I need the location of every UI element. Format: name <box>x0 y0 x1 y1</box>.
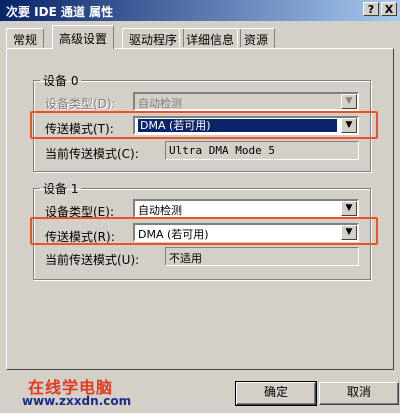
highlight-box <box>30 217 378 245</box>
ok-button[interactable]: 确定 <box>235 381 317 406</box>
tab-driver[interactable]: 驱动程序 <box>122 28 185 48</box>
device1-legend: 设备 1 <box>43 182 79 196</box>
device1-current-value: 不适用 <box>165 247 359 266</box>
chevron-down-icon[interactable]: ▼ <box>341 94 357 109</box>
chevron-down-icon[interactable]: ▼ <box>341 201 357 216</box>
device1-current-label: 当前传送模式(U): <box>45 253 140 267</box>
window-titlebar: 次要 IDE 通道 属性 ? X <box>0 0 400 21</box>
window-title: 次要 IDE 通道 属性 <box>6 5 114 19</box>
device0-type-value: 自动检测 <box>138 97 182 110</box>
tab-details[interactable]: 详细信息 <box>179 28 242 48</box>
device1-type-select[interactable]: 自动检测 ▼ <box>133 199 359 218</box>
watermark-url: www.zxxdn.com <box>22 394 132 408</box>
cancel-button[interactable]: 取消 <box>319 382 399 405</box>
help-button[interactable]: ? <box>363 2 379 16</box>
device0-type-label: 设备类型(D): <box>45 97 116 111</box>
highlight-box <box>30 111 378 139</box>
device0-type-select[interactable]: 自动检测 ▼ <box>133 92 359 111</box>
device1-type-value: 自动检测 <box>138 204 182 217</box>
tab-advanced[interactable]: 高级设置 <box>52 25 115 49</box>
device0-legend: 设备 0 <box>43 74 79 88</box>
tab-general[interactable]: 常规 <box>6 28 45 48</box>
close-button[interactable]: X <box>381 2 397 16</box>
device0-current-value: Ultra DMA Mode 5 <box>165 141 359 160</box>
device0-current-label: 当前传送模式(C): <box>45 147 139 161</box>
tab-resources[interactable]: 资源 <box>237 28 276 48</box>
